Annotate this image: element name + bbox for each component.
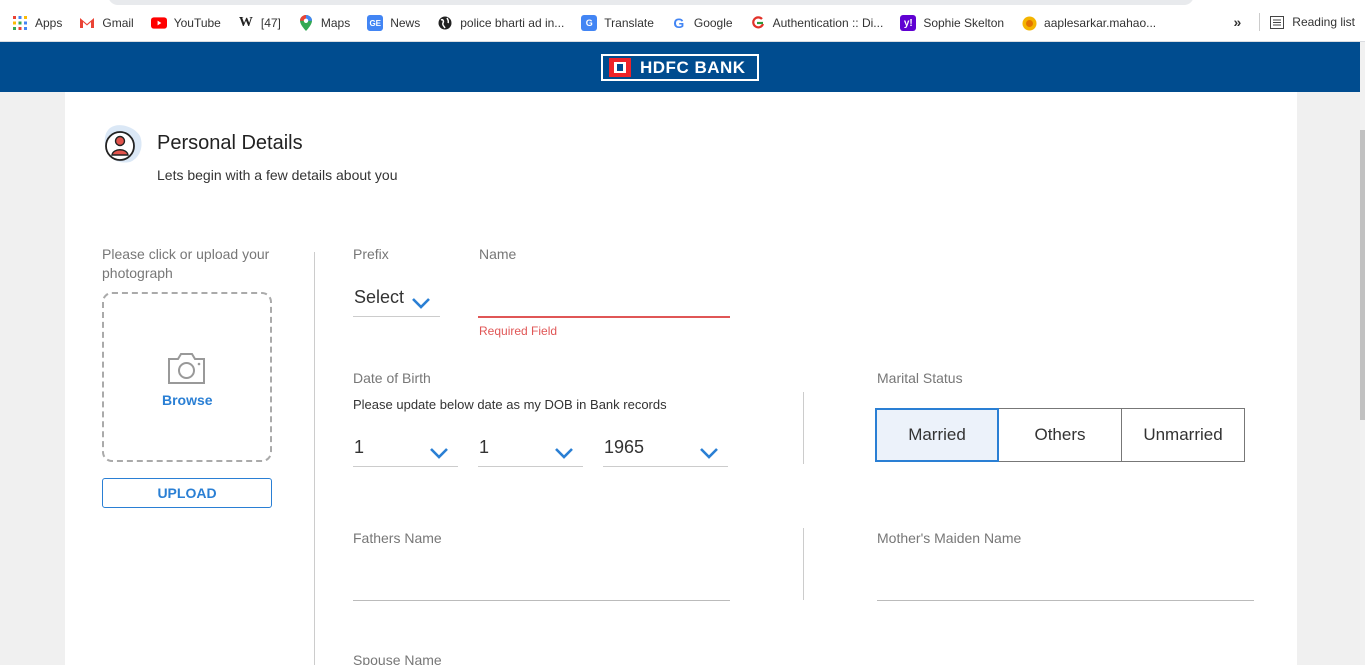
column-divider	[314, 252, 315, 665]
reading-list-button[interactable]: Reading list	[1292, 15, 1355, 29]
news-icon: GE	[367, 15, 384, 31]
dob-label: Date of Birth	[353, 370, 431, 386]
divider	[1259, 13, 1261, 31]
bookmark-wikipedia[interactable]: W [47]	[238, 15, 281, 31]
scrollbar-thumb[interactable]	[1360, 130, 1365, 420]
sun-icon	[1021, 15, 1037, 31]
bookmark-gmail[interactable]: Gmail	[79, 15, 134, 31]
browse-link[interactable]: Browse	[162, 392, 213, 408]
mother-maiden-name-label: Mother's Maiden Name	[877, 530, 1022, 546]
prefix-label: Prefix	[353, 246, 389, 262]
chevron-down-icon	[555, 443, 573, 464]
dob-month-value: 1	[479, 437, 490, 457]
name-label: Name	[479, 246, 517, 262]
globe-icon	[437, 15, 453, 31]
father-name-input[interactable]	[353, 566, 730, 601]
bookmark-label: News	[390, 16, 421, 30]
google-icon: G	[673, 15, 685, 31]
yahoo-icon: y!	[900, 15, 917, 31]
prefix-value: Select	[354, 287, 405, 307]
reading-list-icon	[1270, 15, 1285, 29]
bookmark-aaplesarkar[interactable]: aaplesarkar.mahao...	[1021, 15, 1156, 31]
name-error: Required Field	[479, 324, 558, 338]
hdfc-logo[interactable]: HDFC BANK	[601, 54, 759, 81]
page-subtitle: Lets begin with a few details about you	[157, 167, 398, 183]
bookmark-label: Apps	[35, 16, 63, 30]
upload-button[interactable]: UPLOAD	[102, 478, 272, 508]
bookmark-apps[interactable]: Apps	[12, 15, 62, 31]
bookmark-label: Authentication :: Di...	[772, 16, 884, 30]
marital-unmarried-button[interactable]: Unmarried	[1121, 408, 1245, 462]
dob-day-select[interactable]: 1	[353, 431, 458, 467]
bookmark-label: aaplesarkar.mahao...	[1044, 16, 1157, 30]
bookmark-youtube[interactable]: YouTube	[150, 15, 221, 31]
wikipedia-icon: W	[238, 15, 253, 30]
dob-year-value: 1965	[604, 437, 645, 457]
spouse-name-label: Spouse Name	[353, 652, 442, 665]
prefix-select[interactable]: Select	[353, 281, 440, 317]
youtube-icon	[150, 15, 167, 31]
bookmark-label: Translate	[604, 16, 654, 30]
bookmark-sophie-skelton[interactable]: y! Sophie Skelton	[900, 15, 1004, 31]
bookmark-label: Google	[693, 16, 733, 30]
bookmark-label: police bharti ad in...	[460, 16, 565, 30]
mother-maiden-name-input[interactable]	[877, 566, 1254, 601]
dob-note: Please update below date as my DOB in Ba…	[353, 397, 667, 412]
bookmark-label: Gmail	[102, 16, 134, 30]
bookmark-police-bharti[interactable]: police bharti ad in...	[437, 15, 564, 31]
marital-married-button[interactable]: Married	[875, 408, 999, 462]
maps-icon	[298, 15, 314, 31]
chevron-down-icon	[700, 443, 718, 464]
name-input[interactable]	[478, 283, 730, 318]
gmail-icon	[79, 15, 95, 31]
bookmark-google[interactable]: G Google	[671, 15, 733, 31]
chevron-down-icon	[430, 443, 448, 464]
bookmark-news[interactable]: GE News	[367, 15, 420, 31]
marital-others-button[interactable]: Others	[998, 408, 1122, 462]
marital-status-group: Married Others Unmarried	[875, 408, 1245, 462]
bookmark-label: Maps	[320, 16, 351, 30]
dob-month-select[interactable]: 1	[478, 431, 583, 467]
bookmark-maps[interactable]: Maps	[298, 15, 350, 31]
bookmark-translate[interactable]: G Translate	[581, 15, 654, 31]
site-header: HDFC BANK	[0, 42, 1360, 92]
bookmark-label: [47]	[260, 16, 281, 30]
translate-icon: G	[581, 15, 598, 31]
camera-icon[interactable]	[166, 352, 207, 390]
photo-label: Please click or upload your photograph	[102, 246, 270, 281]
apps-grid-icon	[12, 15, 28, 31]
bookmark-list: Apps Gmail YouTube W [47] Maps GE News p…	[12, 13, 1173, 33]
dob-year-select[interactable]: 1965	[603, 431, 728, 467]
bookmarks-right: » Reading list	[1234, 13, 1355, 31]
page-title: Personal Details	[157, 132, 303, 154]
bookmark-label: Sophie Skelton	[923, 16, 1005, 30]
hdfc-logo-mark-icon	[609, 58, 631, 77]
logo-text: HDFC BANK	[640, 57, 746, 77]
bookmarks-overflow-icon[interactable]: »	[1234, 14, 1242, 30]
column-divider	[803, 528, 804, 600]
father-name-label: Fathers Name	[353, 530, 442, 546]
bookmarks-bar: Apps Gmail YouTube W [47] Maps GE News p…	[0, 0, 1365, 42]
person-icon	[104, 124, 144, 164]
marital-status-label: Marital Status	[877, 370, 963, 386]
column-divider	[803, 392, 804, 464]
auth-icon	[750, 15, 766, 31]
omnibox-edge	[108, 0, 1194, 5]
chevron-down-icon	[412, 293, 430, 314]
bookmark-authentication[interactable]: Authentication :: Di...	[750, 15, 884, 31]
bookmark-label: YouTube	[173, 16, 221, 30]
dob-day-value: 1	[354, 437, 365, 457]
